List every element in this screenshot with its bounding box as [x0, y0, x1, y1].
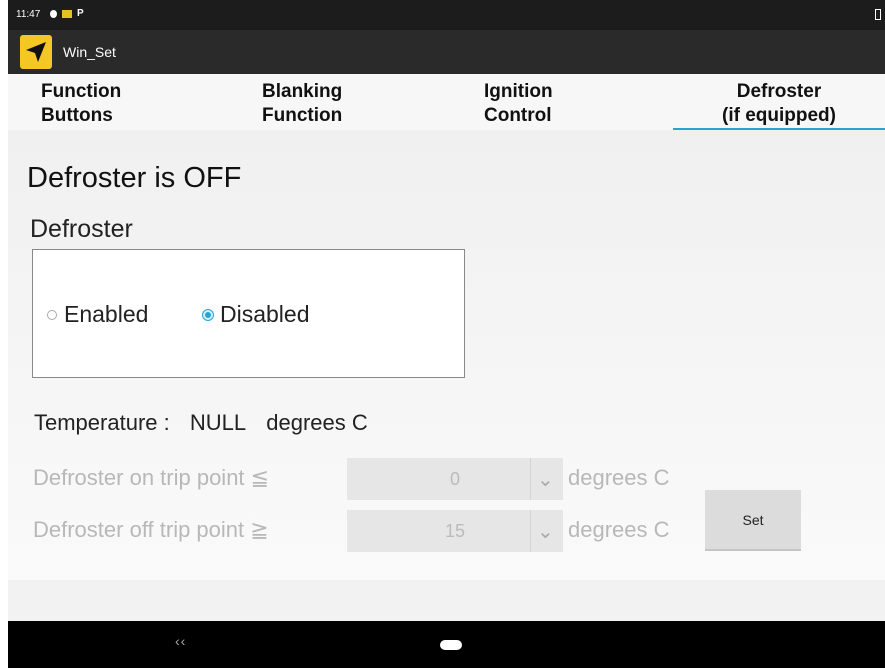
tab-label-line1: Ignition	[484, 81, 553, 102]
tab-label-line1: Blanking	[262, 81, 343, 102]
temperature-label: Temperature :	[34, 410, 170, 435]
status-bar: 11:47 P	[8, 0, 885, 30]
system-nav-bar: ‹‹	[8, 621, 885, 668]
tab-function-buttons[interactable]: Function Buttons	[41, 80, 121, 130]
notification-dot-icon	[50, 10, 57, 18]
temperature-row: Temperature : NULL degrees C	[34, 410, 382, 436]
chevron-down-icon[interactable]: ⌄	[537, 519, 554, 544]
defroster-panel: Defroster is OFF Defroster Enabled Disab…	[8, 130, 885, 580]
app-frame: 11:47 P Win_Set Function Buttons Blankin…	[8, 0, 885, 668]
tab-bar: Function Buttons Blanking Function Ignit…	[8, 74, 885, 132]
back-icon[interactable]: ‹‹	[175, 633, 186, 649]
app-bar: Win_Set	[8, 30, 885, 74]
radio-checked-icon	[203, 309, 213, 320]
on-trip-label: Defroster on trip point ≦	[33, 465, 270, 490]
defroster-radio-group: Enabled Disabled	[32, 249, 465, 378]
parking-notification-icon: P	[77, 8, 84, 19]
stepper-divider	[530, 458, 531, 500]
tab-label-line2: Control	[484, 105, 552, 126]
battery-icon	[875, 9, 881, 20]
tab-ignition-control[interactable]: Ignition Control	[484, 80, 553, 130]
notification-flag-icon	[62, 10, 72, 18]
radio-disabled-label: Disabled	[220, 301, 310, 327]
defroster-status-title: Defroster is OFF	[27, 162, 242, 194]
tab-blanking-function[interactable]: Blanking Function	[262, 80, 342, 130]
home-pill-icon[interactable]	[440, 640, 462, 650]
tab-label-line1: Defroster	[736, 81, 822, 102]
tab-label-line1: Function	[41, 81, 122, 102]
radio-enabled-label: Enabled	[64, 301, 149, 327]
chevron-down-icon[interactable]: ⌄	[537, 467, 554, 492]
radio-unchecked-icon	[47, 309, 57, 320]
radio-enabled[interactable]: Enabled	[47, 301, 148, 328]
off-trip-stepper[interactable]: 15 ⌄	[347, 510, 563, 552]
set-button[interactable]: Set	[705, 490, 801, 551]
radio-disabled[interactable]: Disabled	[203, 301, 310, 328]
temperature-unit: degrees C	[266, 410, 368, 435]
off-trip-label: Defroster off trip point ≧	[33, 517, 269, 542]
temperature-value: NULL	[189, 410, 247, 435]
app-title: Win_Set	[63, 44, 116, 60]
status-time: 11:47	[16, 9, 41, 20]
tab-defroster[interactable]: Defroster (if equipped)	[673, 80, 885, 132]
tab-label-line2: Function	[262, 105, 343, 126]
stepper-divider	[530, 510, 531, 552]
tab-label-line2: (if equipped)	[722, 105, 836, 126]
on-trip-stepper[interactable]: 0 ⌄	[347, 458, 563, 500]
tab-label-line2: Buttons	[41, 105, 113, 126]
off-trip-unit: degrees C	[568, 517, 670, 542]
navigation-arrow-icon	[20, 35, 52, 69]
on-trip-unit: degrees C	[568, 465, 670, 490]
defroster-section-label: Defroster	[30, 215, 133, 243]
